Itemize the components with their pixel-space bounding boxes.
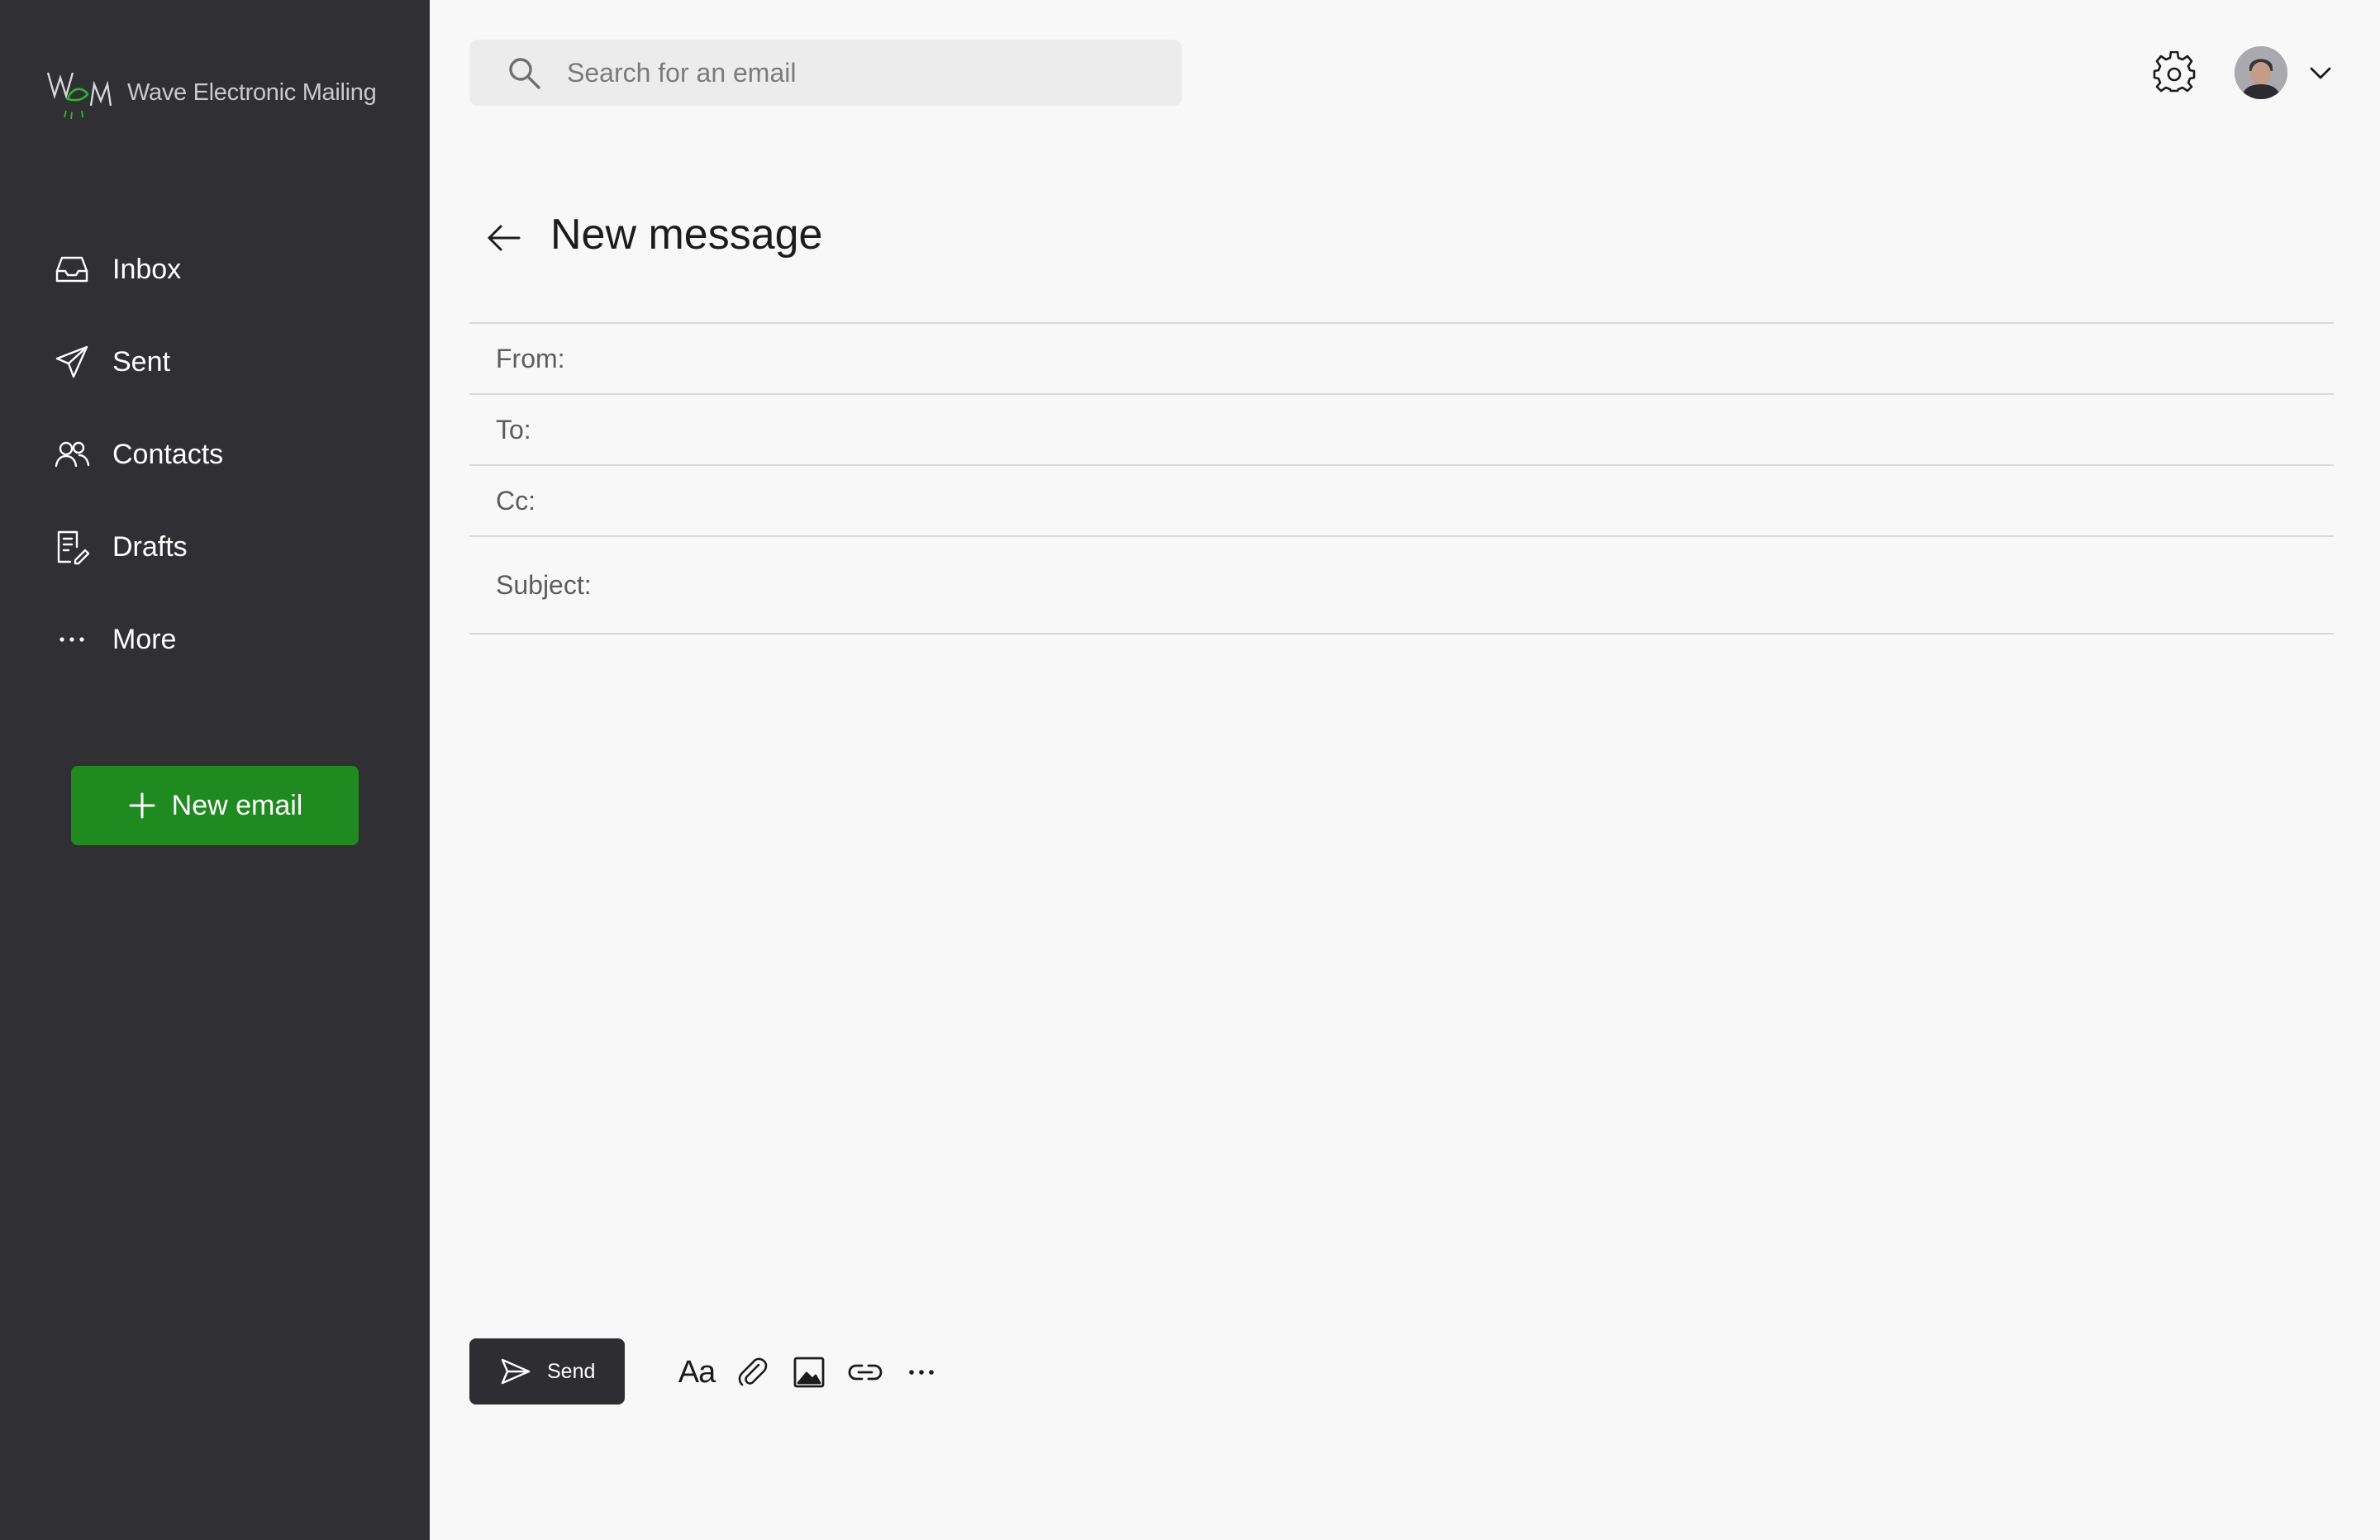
inbox-icon: [51, 249, 93, 290]
send-icon: [501, 1358, 531, 1385]
app-name: Wave Electronic Mailing: [127, 78, 377, 106]
back-arrow-icon[interactable]: [483, 216, 526, 259]
insert-image-button[interactable]: [788, 1352, 830, 1393]
insert-link-button[interactable]: [845, 1352, 886, 1393]
compose-fields: From: To: Cc: Subject:: [469, 322, 2334, 635]
more-options-button[interactable]: [901, 1352, 942, 1393]
new-email-button[interactable]: New email: [71, 766, 359, 845]
attach-button[interactable]: [732, 1352, 774, 1393]
chevron-down-icon[interactable]: [2307, 59, 2334, 86]
to-label: To:: [496, 414, 531, 444]
search-icon: [509, 58, 540, 89]
search-bar[interactable]: [469, 40, 1182, 106]
sidebar-item-more[interactable]: More: [0, 593, 430, 686]
cc-label: Cc:: [496, 485, 536, 516]
search-input[interactable]: [567, 57, 1145, 88]
sidebar-item-contacts[interactable]: Contacts: [0, 408, 430, 501]
sidebar-item-label: Inbox: [112, 253, 182, 285]
compose-toolbar: Aa: [676, 1352, 957, 1393]
sidebar-item-label: Sent: [112, 345, 170, 378]
subject-field[interactable]: [601, 560, 2334, 610]
more-dots-icon: [51, 619, 93, 660]
drafts-icon: [51, 526, 93, 568]
paperclip-icon: [738, 1357, 768, 1386]
gear-icon[interactable]: [2152, 51, 2197, 96]
link-icon: [848, 1364, 883, 1381]
wem-logo-icon: [46, 72, 112, 120]
page-title: New message: [550, 211, 823, 259]
image-icon: [793, 1357, 825, 1388]
sidebar-item-drafts[interactable]: Drafts: [0, 501, 430, 593]
send-label: Send: [547, 1359, 596, 1383]
text-format-icon: Aa: [678, 1354, 716, 1390]
to-field[interactable]: [540, 405, 2334, 454]
send-button[interactable]: Send: [469, 1338, 625, 1405]
cc-field[interactable]: [545, 476, 2334, 525]
app-logo[interactable]: Wave Electronic Mailing: [46, 63, 377, 122]
sidebar-item-label: Drafts: [112, 530, 188, 563]
from-row: From:: [469, 322, 2334, 393]
sidebar-item-label: More: [112, 623, 177, 655]
to-row: To:: [469, 393, 2334, 464]
sidebar-nav: Inbox Sent Contacts Drafts More: [0, 223, 430, 686]
plus-icon: [129, 792, 155, 819]
sidebar-item-inbox[interactable]: Inbox: [0, 223, 430, 316]
sidebar-item-sent[interactable]: Sent: [0, 316, 430, 408]
paper-plane-icon: [51, 341, 93, 383]
more-dots-icon: [909, 1370, 934, 1375]
text-format-button[interactable]: Aa: [676, 1352, 717, 1393]
subject-row: Subject:: [469, 535, 2334, 635]
new-email-label: New email: [171, 789, 303, 821]
from-label: From:: [496, 343, 565, 373]
sidebar: Wave Electronic Mailing Inbox Sent Conta…: [0, 0, 430, 1540]
avatar-photo-icon: [2235, 46, 2287, 99]
subject-label: Subject:: [496, 569, 592, 600]
cc-row: Cc:: [469, 464, 2334, 535]
contacts-icon: [51, 434, 93, 475]
user-avatar[interactable]: [2235, 46, 2287, 99]
from-field[interactable]: [574, 334, 2334, 383]
sidebar-item-label: Contacts: [112, 438, 224, 470]
